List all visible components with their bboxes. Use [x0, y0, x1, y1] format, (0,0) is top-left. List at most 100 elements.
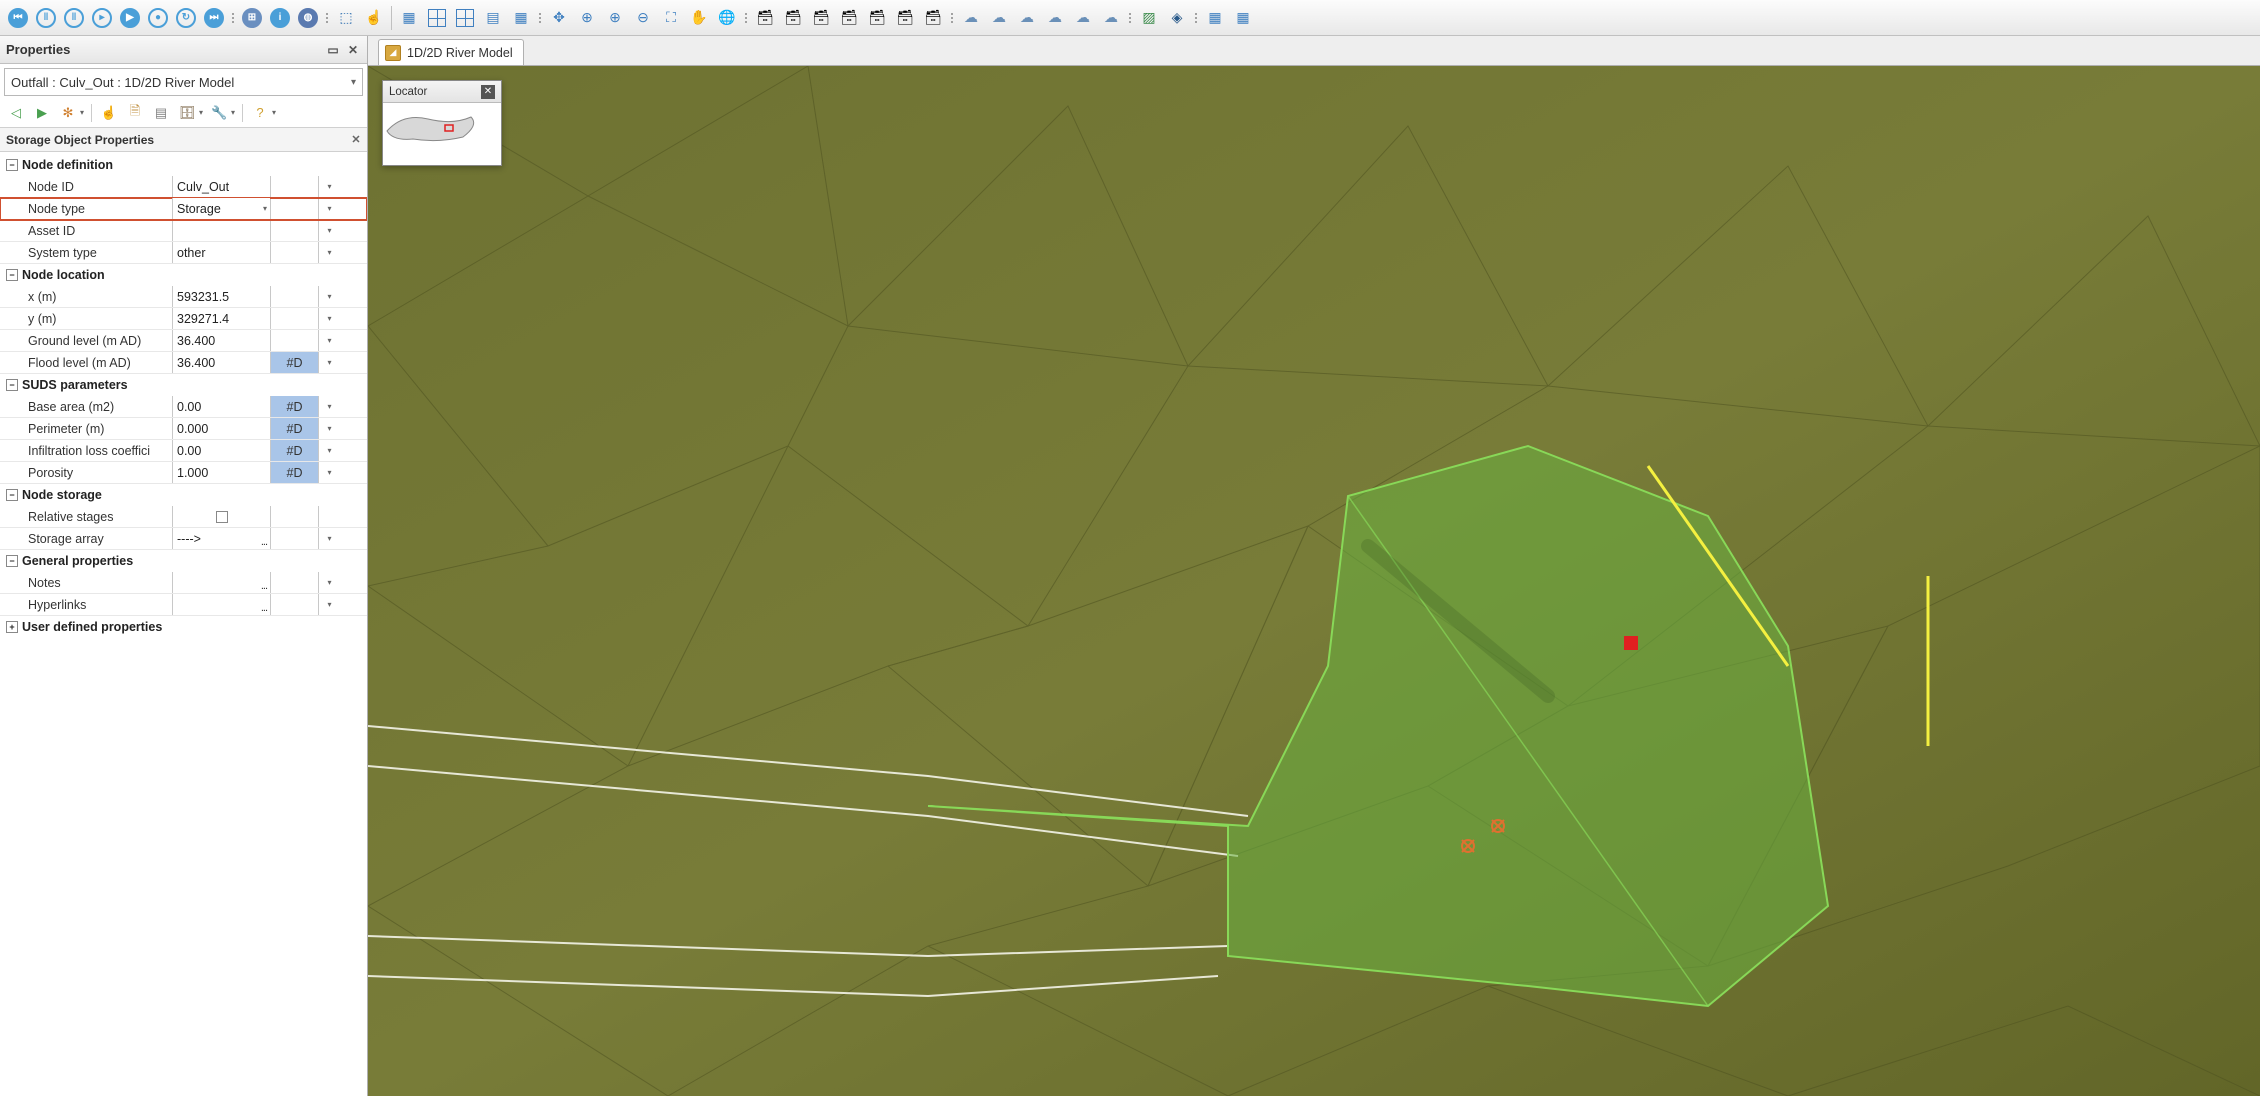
prop-dropdown-button[interactable]: ▾ — [318, 220, 340, 241]
record-button[interactable]: ● — [144, 4, 172, 32]
help-button[interactable]: ? — [248, 101, 272, 125]
db-lock-button[interactable]: 🗃 — [835, 4, 863, 32]
group-node-location[interactable]: −Node location — [0, 264, 367, 286]
tab-rivermodel[interactable]: ◢ 1D/2D River Model — [378, 39, 524, 65]
layer-button[interactable]: ▦ — [395, 4, 423, 32]
grid-button[interactable]: ⊞ — [238, 4, 266, 32]
prop-flag[interactable] — [270, 594, 318, 615]
loop-button[interactable]: ↻ — [172, 4, 200, 32]
db-export-button[interactable]: 🗃 — [891, 4, 919, 32]
prop-dropdown-button[interactable]: ▾ — [318, 198, 340, 219]
collapse-icon[interactable]: − — [6, 269, 18, 281]
cloud-d-button[interactable]: ☁ — [1041, 4, 1069, 32]
prop-value-input[interactable]: 0.000 — [172, 418, 270, 439]
prop-value-input[interactable]: 1.000 — [172, 462, 270, 483]
copy-button[interactable]: ▤ — [149, 101, 173, 125]
next-object-button[interactable]: ▶ — [30, 101, 54, 125]
group-node-storage[interactable]: −Node storage — [0, 484, 367, 506]
geo-canvas[interactable]: Locator ✕ — [368, 66, 2260, 1096]
group-node-definition[interactable]: −Node definition — [0, 154, 367, 176]
pause-button[interactable]: ‖ — [32, 4, 60, 32]
prop-value-input[interactable]: Storage▾ — [172, 198, 270, 219]
prop-dropdown-button[interactable]: ▾ — [318, 330, 340, 351]
prop-dropdown-button[interactable]: ▾ — [318, 286, 340, 307]
prop-dropdown-button[interactable]: ▾ — [318, 528, 340, 549]
subpanel-close-button[interactable]: ✕ — [349, 133, 363, 147]
prev-object-button[interactable]: ◁ — [4, 101, 28, 125]
prop-value-input[interactable] — [172, 506, 270, 527]
table-button-4[interactable]: ▦ — [507, 4, 535, 32]
locator-close-button[interactable]: ✕ — [481, 85, 495, 99]
prop-flag[interactable] — [270, 506, 318, 527]
group-suds-parameters[interactable]: −SUDS parameters — [0, 374, 367, 396]
world-button[interactable]: 🌐 — [713, 4, 741, 32]
db-delete-button[interactable]: 🗃 — [919, 4, 947, 32]
prop-flag[interactable]: #D — [270, 396, 318, 417]
prop-dropdown-button[interactable]: ▾ — [318, 396, 340, 417]
select-rect-button[interactable]: ⬚ — [332, 4, 360, 32]
refresh-button[interactable]: ✻ — [56, 101, 80, 125]
locator-map[interactable] — [383, 103, 501, 165]
prop-dropdown-button[interactable]: ▾ — [318, 176, 340, 197]
object-selector-dropdown[interactable]: Outfall : Culv_Out : 1D/2D River Model ▾ — [4, 68, 363, 96]
layers-button[interactable]: ◈ — [1163, 4, 1191, 32]
expand-icon[interactable]: + — [6, 621, 18, 633]
prop-flag[interactable] — [270, 176, 318, 197]
prop-value-input[interactable]: other — [172, 242, 270, 263]
checkbox[interactable] — [216, 511, 228, 523]
step-back-button[interactable]: ‖ — [60, 4, 88, 32]
prop-value-input[interactable]: 0.00 — [172, 440, 270, 461]
prop-flag[interactable]: #D — [270, 352, 318, 373]
info-button[interactable]: i — [266, 4, 294, 32]
pointer-button[interactable]: ☝ — [360, 4, 388, 32]
prop-flag[interactable]: #D — [270, 440, 318, 461]
prop-value-input[interactable]: 593231.5 — [172, 286, 270, 307]
notes-button[interactable]: 🗎 — [123, 101, 147, 125]
prop-value-input[interactable]: ... — [172, 572, 270, 593]
cloud-e-button[interactable]: ☁ — [1069, 4, 1097, 32]
prop-value-input[interactable] — [172, 220, 270, 241]
table-button-2[interactable] — [451, 4, 479, 32]
database-button[interactable]: 🗄 — [175, 101, 199, 125]
prop-value-input[interactable]: ... — [172, 594, 270, 615]
pan-button[interactable]: ✋ — [685, 4, 713, 32]
prop-flag[interactable] — [270, 572, 318, 593]
prop-flag[interactable] — [270, 220, 318, 241]
prop-flag[interactable]: #D — [270, 462, 318, 483]
skip-fwd-button[interactable]: ⏭ — [200, 4, 228, 32]
prop-value-input[interactable]: 329271.4 — [172, 308, 270, 329]
zoom-extents-button[interactable]: ⛶ — [657, 4, 685, 32]
prop-dropdown-button[interactable]: ▾ — [318, 308, 340, 329]
collapse-icon[interactable]: − — [6, 379, 18, 391]
prop-flag[interactable] — [270, 198, 318, 219]
view-a-button[interactable]: ▦ — [1201, 4, 1229, 32]
locator-window[interactable]: Locator ✕ — [382, 80, 502, 166]
prop-flag[interactable] — [270, 330, 318, 351]
prop-flag[interactable] — [270, 528, 318, 549]
db-remove-button[interactable]: 🗃 — [807, 4, 835, 32]
prop-dropdown-button[interactable]: ▾ — [318, 440, 340, 461]
table-button-1[interactable] — [423, 4, 451, 32]
step-fwd-button[interactable]: ▸ — [88, 4, 116, 32]
skip-back-button[interactable]: ⏮ — [4, 4, 32, 32]
prop-flag[interactable] — [270, 242, 318, 263]
prop-dropdown-button[interactable]: ▾ — [318, 242, 340, 263]
cloud-b-button[interactable]: ☁ — [985, 4, 1013, 32]
cloud-c-button[interactable]: ☁ — [1013, 4, 1041, 32]
ellipsis-button[interactable]: ... — [261, 602, 267, 614]
prop-dropdown-button[interactable]: ▾ — [318, 418, 340, 439]
mesh-button[interactable]: ▨ — [1135, 4, 1163, 32]
prop-dropdown-button[interactable]: ▾ — [318, 594, 340, 615]
group-user-defined-properties[interactable]: +User defined properties — [0, 616, 367, 638]
db-copy-button[interactable]: 🗃 — [863, 4, 891, 32]
zoom-out-button[interactable]: ⊖ — [629, 4, 657, 32]
globe-button[interactable]: ◍ — [294, 4, 322, 32]
touch-button[interactable]: ☝ — [97, 101, 121, 125]
ellipsis-button[interactable]: ... — [261, 536, 267, 548]
prop-dropdown-button[interactable] — [318, 506, 340, 527]
panel-maximize-button[interactable]: ▭ — [325, 42, 341, 58]
collapse-icon[interactable]: − — [6, 159, 18, 171]
play-button[interactable]: ▶ — [116, 4, 144, 32]
prop-dropdown-button[interactable]: ▾ — [318, 572, 340, 593]
prop-value-input[interactable]: 0.00 — [172, 396, 270, 417]
